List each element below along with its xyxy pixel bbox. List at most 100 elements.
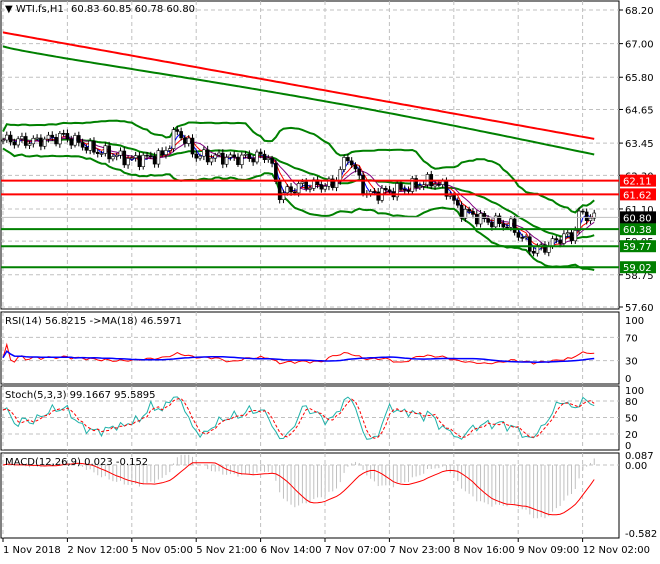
candle-body (61, 133, 66, 135)
candle-body (304, 181, 309, 189)
dropdown-triangle-icon[interactable]: ▼ (5, 4, 13, 15)
candle-body (588, 217, 593, 221)
candle-body (308, 188, 312, 190)
candle-body (20, 136, 24, 140)
candle-body (448, 195, 453, 197)
time-label: 1 Nov 2018 (3, 545, 61, 556)
candle-body (258, 151, 263, 155)
candle-body (550, 238, 555, 247)
stoch-tick-label: 100 (625, 386, 644, 397)
candle-body (50, 134, 55, 138)
candle-body (516, 232, 521, 238)
candle-body (474, 214, 479, 225)
candle-body (8, 134, 13, 143)
candle-body (569, 232, 574, 242)
candle-body (562, 233, 566, 244)
candle-body (368, 191, 373, 194)
candle-body (338, 169, 343, 182)
candle-body (1, 139, 5, 142)
candle-body (285, 186, 290, 194)
candle-body (133, 155, 138, 159)
candle-body (418, 186, 422, 188)
candle-body (505, 226, 509, 229)
chart-canvas[interactable]: 1 Nov 2018 2 Nov 12:00 5 Nov 05:00 5 Nov 21… (0, 0, 660, 560)
rsi-tick-label: 30 (625, 357, 638, 368)
candle-body (471, 211, 475, 215)
candle-body (213, 154, 218, 159)
candle-body (27, 143, 32, 146)
candle-body (300, 181, 305, 184)
candle-body (232, 154, 236, 158)
candle-body (342, 157, 346, 170)
candle-body (69, 138, 74, 146)
candle-body (274, 163, 278, 182)
candle-body (205, 149, 210, 163)
candle-body (179, 131, 183, 139)
time-label: 8 Nov 16:00 (454, 545, 515, 556)
candle-body (137, 155, 142, 167)
candle-body (357, 168, 362, 176)
price-tick-label: 64.65 (625, 105, 654, 116)
symbol-header: ▼ WTI.fs,H1 60.83 60.85 60.78 60.80 (5, 4, 195, 15)
candle-body (16, 138, 20, 146)
candle-body (202, 149, 206, 157)
level-price-label: 60.38 (623, 225, 652, 236)
candle-body (54, 136, 58, 145)
candle-body (103, 145, 108, 154)
candle-body (107, 145, 111, 160)
candle-body (266, 157, 271, 160)
candle-body (528, 236, 532, 252)
chart-window: 1 Nov 2018 2 Nov 12:00 5 Nov 05:00 5 Nov 21… (0, 0, 660, 560)
candle-body (486, 218, 490, 223)
candle-body (372, 191, 377, 193)
candle-body (520, 237, 525, 239)
candle-body (535, 246, 540, 254)
candle-body (323, 185, 327, 190)
candle-body (554, 238, 559, 241)
candle-body (425, 174, 430, 186)
candle-body (346, 157, 350, 162)
candle-body (73, 135, 77, 146)
candle-body (4, 134, 9, 141)
candle-body (243, 153, 248, 156)
candle-body (118, 150, 123, 156)
candle-body (455, 200, 460, 206)
candle-body (558, 239, 562, 244)
candle-body (160, 150, 164, 155)
candle-body (433, 184, 437, 187)
candle-body (247, 153, 252, 159)
candle-body (65, 133, 70, 140)
price-tick-label: 65.80 (625, 73, 654, 84)
candle-body (319, 184, 324, 190)
time-label: 5 Nov 05:00 (132, 545, 193, 556)
candle-body (167, 148, 172, 151)
candle-body (349, 160, 354, 166)
candle-body (111, 156, 115, 160)
candle-body (39, 137, 43, 147)
candle-body (289, 186, 293, 193)
candle-body (23, 136, 28, 146)
candle-body (376, 191, 381, 201)
candle-body (482, 213, 487, 219)
candle-body (149, 155, 153, 157)
candle-body (80, 142, 85, 148)
candle-body (239, 154, 244, 165)
candle-body (584, 211, 589, 221)
candle-body (353, 164, 358, 170)
candle-body (224, 157, 229, 165)
candle-body (262, 153, 267, 160)
candle-body (122, 150, 127, 166)
candle-body (334, 180, 339, 188)
candle-body (194, 153, 199, 159)
candle-body (236, 156, 240, 165)
candle-body (209, 157, 214, 163)
candle-body (12, 141, 17, 146)
candle-body (171, 129, 176, 149)
time-label: 9 Nov 09:00 (518, 545, 579, 556)
main-panel-frame (0, 0, 620, 310)
candle-body (221, 152, 225, 165)
candle-body (175, 129, 180, 132)
candle-body (141, 154, 146, 167)
candle-body (402, 188, 407, 191)
time-label: 7 Nov 23:00 (389, 545, 450, 556)
